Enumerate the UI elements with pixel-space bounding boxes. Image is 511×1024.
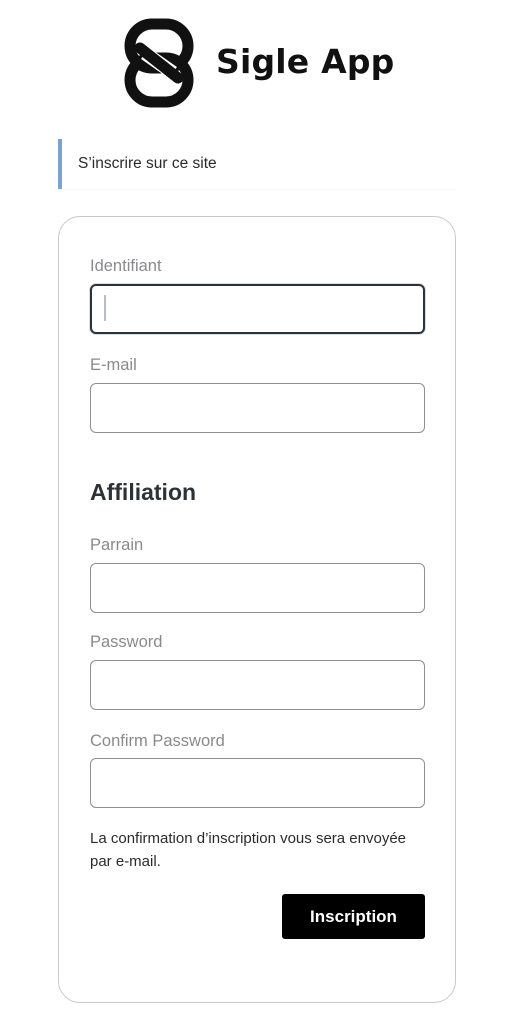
confirmation-help-text: La confirmation d’inscription vous sera …	[90, 830, 407, 870]
register-notice: S’inscrire sur ce site	[58, 139, 456, 189]
confirm-password-label: Confirm Password	[90, 732, 225, 750]
registration-form: Identifiant E-mail Affiliation Parrain P…	[58, 216, 456, 1003]
confirm-password-input[interactable]	[90, 758, 425, 808]
site-header: Sigle App	[0, 18, 511, 110]
register-button[interactable]: Inscription	[282, 894, 425, 939]
sigle-s-logo-icon[interactable]	[124, 18, 194, 108]
affiliation-heading: Affiliation	[90, 479, 197, 505]
username-input[interactable]	[90, 284, 425, 334]
register-notice-text: S’inscrire sur ce site	[78, 155, 217, 172]
sponsor-input[interactable]	[90, 563, 425, 613]
sponsor-label: Parrain	[90, 536, 144, 554]
brand-name: Sigle App	[216, 42, 395, 81]
password-input[interactable]	[90, 660, 425, 710]
email-label: E-mail	[90, 356, 137, 374]
username-field-wrap	[90, 284, 425, 334]
password-label: Password	[90, 633, 163, 651]
username-label: Identifiant	[90, 257, 162, 275]
text-cursor	[104, 295, 106, 321]
email-input[interactable]	[90, 383, 425, 433]
